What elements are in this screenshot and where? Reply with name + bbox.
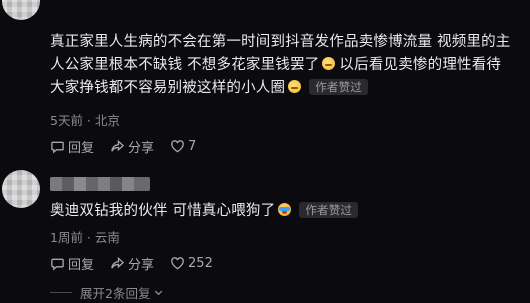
reply-icon bbox=[51, 141, 64, 154]
share-icon bbox=[111, 139, 125, 152]
heart-icon bbox=[171, 140, 184, 153]
avatar-mosaic bbox=[2, 0, 40, 20]
share-label: 分享 bbox=[128, 258, 155, 273]
username-mosaic bbox=[50, 177, 150, 191]
reply-label: 回复 bbox=[68, 258, 95, 273]
share-icon bbox=[111, 256, 125, 269]
comment-text-part: 奥迪双钻我的伙伴 可惜真心喂狗了 bbox=[50, 203, 276, 219]
heart-icon bbox=[171, 257, 184, 270]
comment-content: 奥迪双钻我的伙伴 可惜真心喂狗了 作者赞过 bbox=[50, 200, 518, 223]
share-button[interactable]: 分享 bbox=[110, 254, 154, 273]
like-button[interactable]: 7 bbox=[170, 139, 196, 154]
comment-meta: 5天前 · 北京 bbox=[50, 113, 120, 128]
author-liked-badge: 作者赞过 bbox=[309, 79, 369, 95]
reply-icon bbox=[51, 258, 64, 271]
like-count: 252 bbox=[188, 256, 213, 271]
sleepy-face-icon bbox=[288, 80, 302, 93]
expand-replies-label: 展开2条回复 bbox=[80, 286, 151, 301]
reply-label: 回复 bbox=[68, 141, 95, 156]
sleepy-face-icon bbox=[322, 57, 336, 70]
comment-meta: 1周前 · 云南 bbox=[50, 230, 120, 245]
reply-button[interactable]: 回复 bbox=[50, 254, 94, 273]
divider-line bbox=[50, 292, 72, 293]
comment-actions: 回复 分享 252 bbox=[50, 254, 229, 273]
chevron-down-icon bbox=[155, 290, 163, 296]
comment-actions: 回复 分享 7 bbox=[50, 137, 212, 156]
share-button[interactable]: 分享 bbox=[110, 137, 154, 156]
comment-content: 真正家里人生病的不会在第一时间到抖音发作品卖惨博流量 视频里的主人公家里根本不缺… bbox=[50, 31, 518, 100]
like-count: 7 bbox=[188, 139, 197, 154]
avatar[interactable] bbox=[2, 170, 40, 208]
avatar-mosaic bbox=[2, 170, 40, 208]
share-label: 分享 bbox=[128, 141, 155, 156]
like-button[interactable]: 252 bbox=[170, 256, 213, 271]
avatar[interactable] bbox=[2, 0, 40, 20]
reply-button[interactable]: 回复 bbox=[50, 137, 94, 156]
expand-replies-button[interactable]: 展开2条回复 bbox=[50, 283, 164, 302]
author-liked-badge: 作者赞过 bbox=[299, 202, 359, 218]
crying-face-icon bbox=[278, 203, 292, 216]
